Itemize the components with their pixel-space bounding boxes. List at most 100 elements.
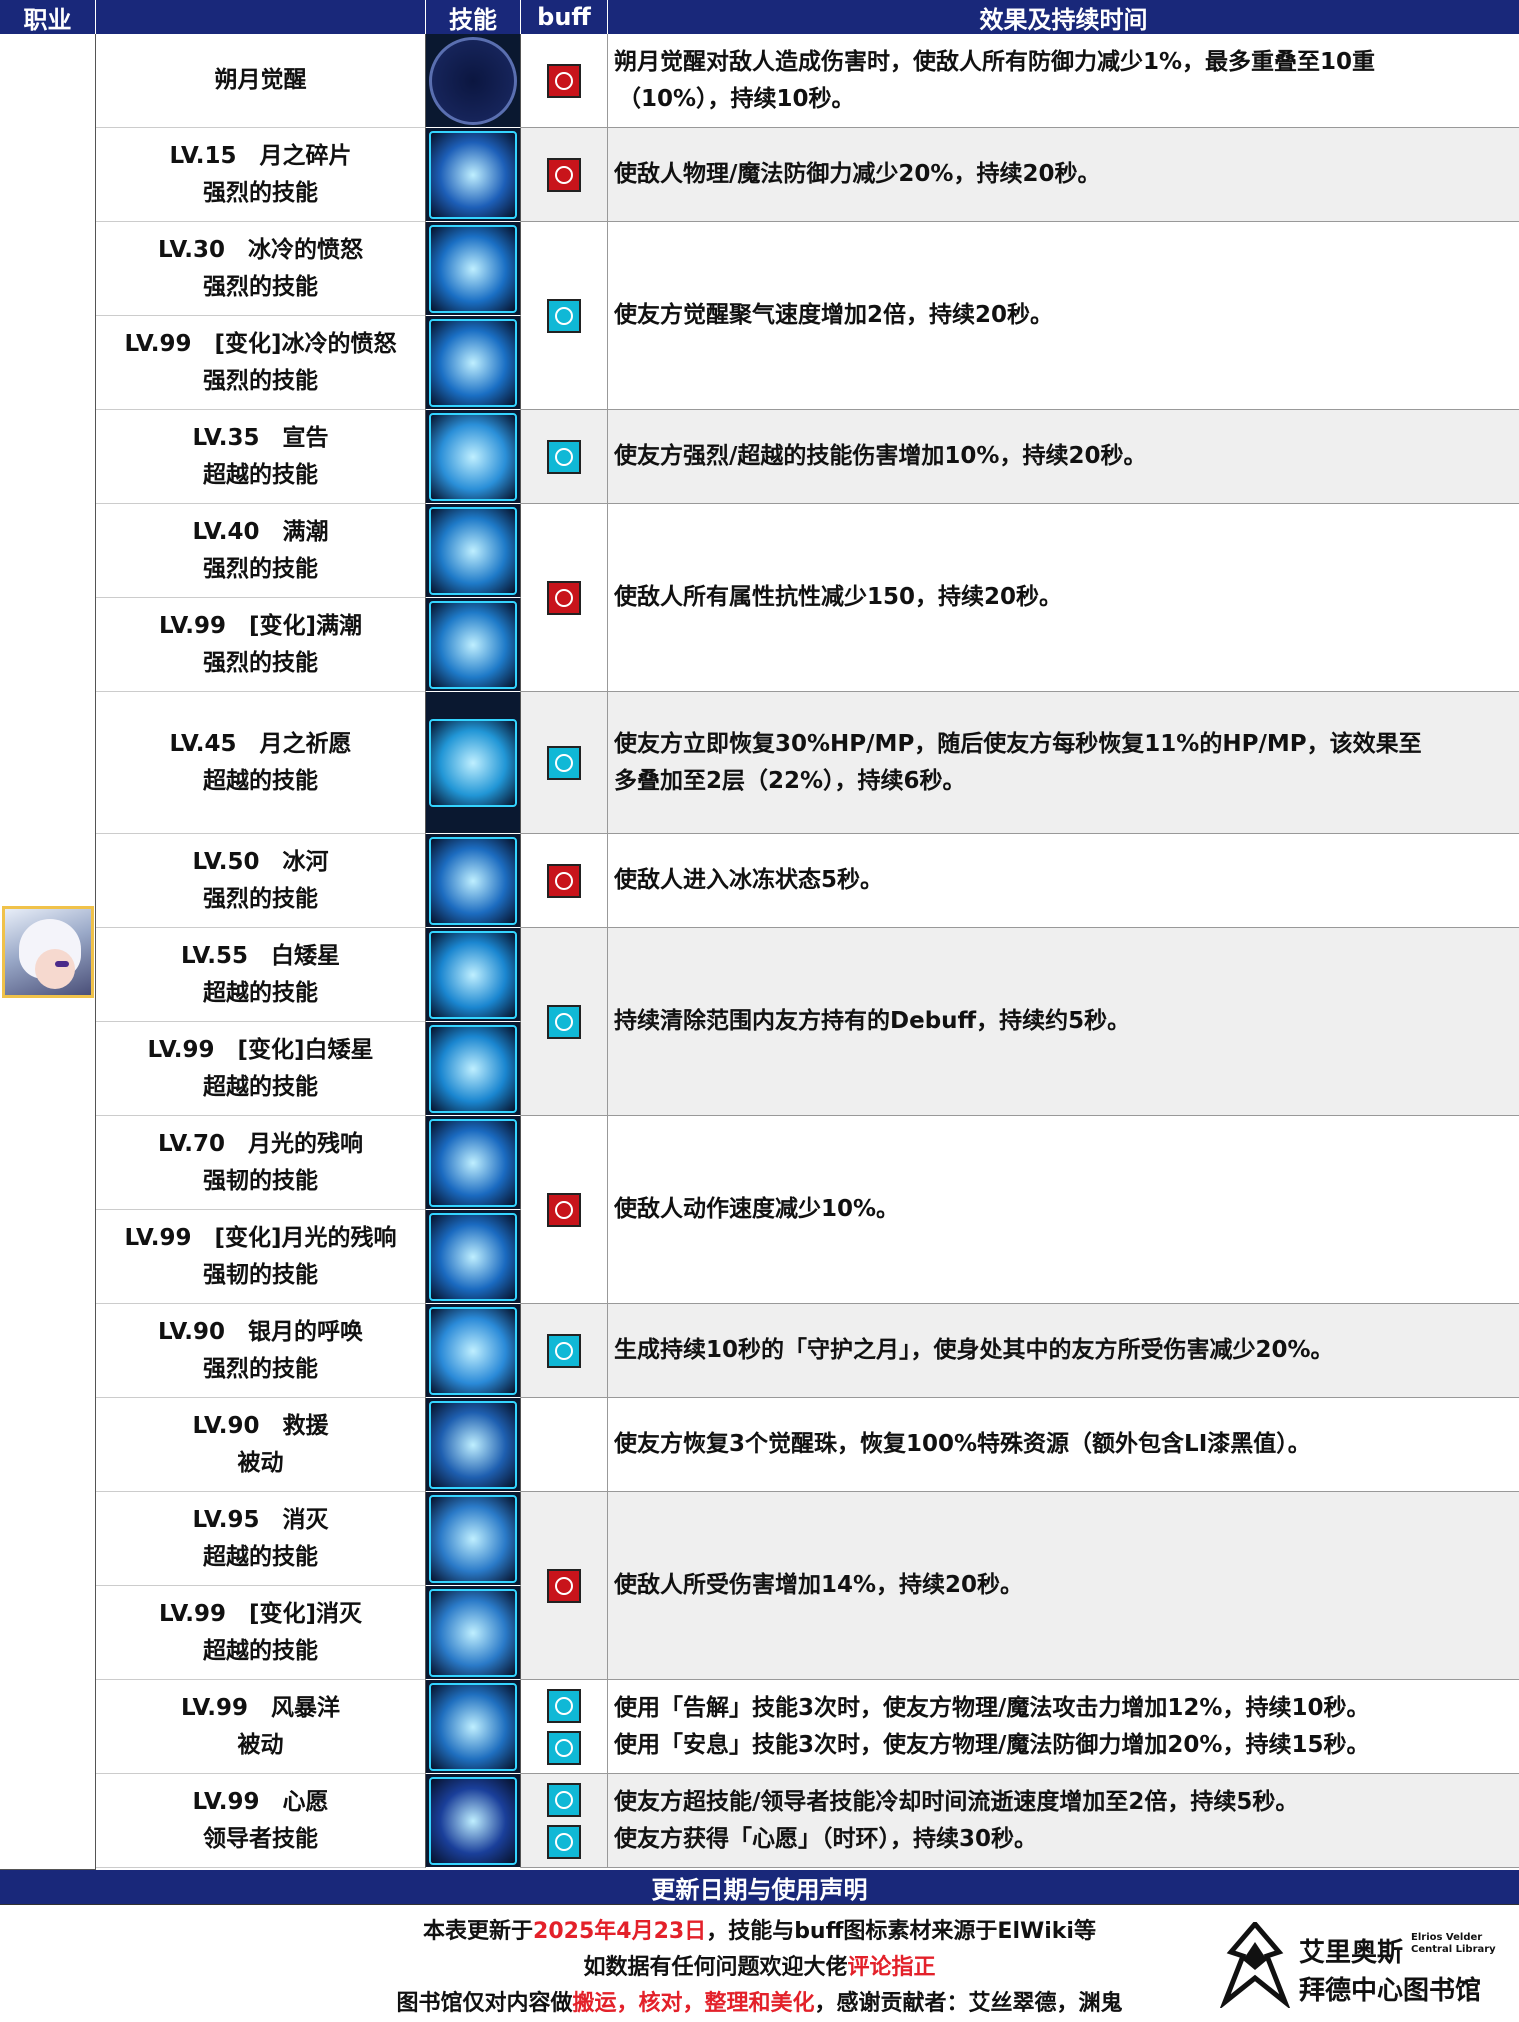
footer-title: 更新日期与使用声明 [0,1870,1519,1904]
skill-icon [429,506,517,595]
buff-symbol-icon [555,1200,573,1219]
skill-name: LV.70 月光的残响 [157,1130,364,1157]
skill-name: LV.55 白矮星 [180,942,341,969]
skill-type: 领导者技能 [203,1825,318,1852]
skill-type: 强烈的技能 [203,179,318,206]
skill-name-cell: LV.55 白矮星 超越的技能 [96,928,426,1022]
effect-cell: 朔月觉醒对敌人造成伤害时，使敌人所有防御力减少1%，最多重叠至10重 （10%），… [608,34,1519,128]
buff-symbol-icon [555,1576,573,1595]
buff-icon [547,1824,581,1859]
buff-cell [521,1774,608,1868]
buff-cell [521,504,608,692]
skill-icon-cell [426,1304,521,1398]
header-skill: 技能 [426,0,521,34]
footer-highlight: 评论指正 [847,1955,936,1980]
buff-cell [521,1116,608,1304]
buff-symbol-icon [555,1832,573,1851]
buff-symbol-icon [555,165,573,184]
skill-name-cell: LV.99 心愿 领导者技能 [96,1774,426,1868]
logo-en-2: Central Library [1411,1944,1496,1955]
skill-type: 强烈的技能 [203,1355,318,1382]
skill-type: 超越的技能 [203,461,318,488]
buff-cell [521,1492,608,1680]
character-portrait [1,905,94,998]
skill-icon-cell [426,34,521,128]
buff-icon [547,1782,581,1817]
effect-text: 使敌人所有属性抗性减少150，持续20秒。 [614,584,1063,610]
debuff-icon [547,1192,581,1227]
logo-en-1: Elrios Velder [1411,1932,1483,1943]
effect-cell: 使敌人物理/魔法防御力减少20%，持续20秒。 [608,128,1519,222]
effect-text: 使友方立即恢复30%HP/MP，随后使友方每秒恢复11%的HP/MP，该效果至 [614,730,1422,757]
effect-text: 多叠加至2层（22%），持续6秒。 [614,767,966,794]
skill-icon [429,1306,517,1395]
header-buff: buff [521,0,608,34]
buff-symbol-icon [555,306,573,325]
effect-cell: 使友方立即恢复30%HP/MP，随后使友方每秒恢复11%的HP/MP，该效果至多… [608,692,1519,834]
buff-symbol-icon [555,1738,573,1757]
effect-text: 使用「安息」技能3次时，使友方物理/魔法防御力增加20%，持续15秒。 [614,1731,1370,1758]
header-effect: 效果及持续时间 [608,0,1519,34]
effect-text: 使友方觉醒聚气速度增加2倍，持续20秒。 [614,302,1054,328]
skill-type: 超越的技能 [203,979,318,1006]
footer-text: 如数据有任何问题欢迎大佬 [583,1955,848,1980]
debuff-icon [547,580,581,615]
skill-name-cell: LV.40 满潮 强烈的技能 [96,504,426,598]
skill-type: 超越的技能 [203,1543,318,1570]
buff-symbol-icon [555,71,573,90]
footer-text: ，技能与buff图标素材来源于ElWiki等 [706,1919,1096,1944]
skill-name-cell: LV.99 [变化]月光的残响 强韧的技能 [96,1210,426,1304]
skill-icon [429,1118,517,1207]
skill-icon-cell [426,1680,521,1774]
buff-cell [521,928,608,1116]
footer-text: ，感谢贡献者：艾丝翠德，渊鬼 [814,1991,1123,2016]
skill-name-cell: LV.99 [变化]满潮 强烈的技能 [96,598,426,692]
skill-name: LV.35 宣告 [192,424,329,451]
skill-icon [429,1682,517,1771]
skill-name-cell: LV.50 冰河 强烈的技能 [96,834,426,928]
buff-symbol-icon [555,1696,573,1715]
debuff-icon [547,63,581,98]
buff-symbol-icon [555,871,573,890]
logo-cn: 艾里奥斯 [1299,1938,1404,1968]
skill-icon [429,1024,517,1113]
skill-icon [429,224,517,313]
skill-icon [429,1588,517,1677]
effect-text: 使友方强烈/超越的技能伤害增加10%，持续20秒。 [614,443,1147,469]
buff-cell [521,222,608,410]
effect-cell: 使友方超技能/领导者技能冷却时间流逝速度增加至2倍，持续5秒。 使友方获得「心愿」… [608,1774,1519,1868]
skill-icon-cell [426,1586,521,1680]
debuff-icon [547,157,581,192]
skill-icon-cell [426,1116,521,1210]
skill-type: 强韧的技能 [203,1167,318,1194]
skill-icon [429,412,517,501]
skill-name: LV.99 心愿 [192,1788,329,1815]
skill-icon [429,930,517,1019]
buff-symbol-icon [555,447,573,466]
buff-icon [547,439,581,474]
skill-name-cell: LV.30 冰冷的愤怒 强烈的技能 [96,222,426,316]
buff-icon [547,1730,581,1765]
skill-name: LV.15 月之碎片 [169,142,352,169]
skill-name: LV.99 [变化]冰冷的愤怒 [124,330,397,357]
effect-text: （10%），持续10秒。 [618,85,855,112]
skill-name-cell: 朔月觉醒 [96,34,426,128]
skill-name: LV.30 冰冷的愤怒 [157,236,364,263]
skill-name-cell: LV.99 [变化]冰冷的愤怒 强烈的技能 [96,316,426,410]
effect-cell: 使敌人动作速度减少10%。 [608,1116,1519,1304]
header-job: 职业 [0,0,96,34]
skill-name: LV.45 月之祈愿 [169,730,352,757]
skill-table: 职业 技能 buff 效果及持续时间 朔月觉醒 LV.15 月之碎片 强烈的技能 LV… [0,0,1519,2021]
effect-text: 使敌人所受伤害增加14%，持续20秒。 [614,1572,1024,1598]
skill-icon [429,718,517,807]
buff-symbol-icon [555,588,573,607]
skill-icon-cell [426,1022,521,1116]
skill-type: 强烈的技能 [203,885,318,912]
skill-name-cell: LV.70 月光的残响 强韧的技能 [96,1116,426,1210]
skill-type: 被动 [237,1731,284,1758]
debuff-icon [547,1568,581,1603]
debuff-icon [547,863,581,898]
buff-cell [521,128,608,222]
skill-name-cell: LV.90 救援 被动 [96,1398,426,1492]
skill-icon [429,1494,517,1583]
